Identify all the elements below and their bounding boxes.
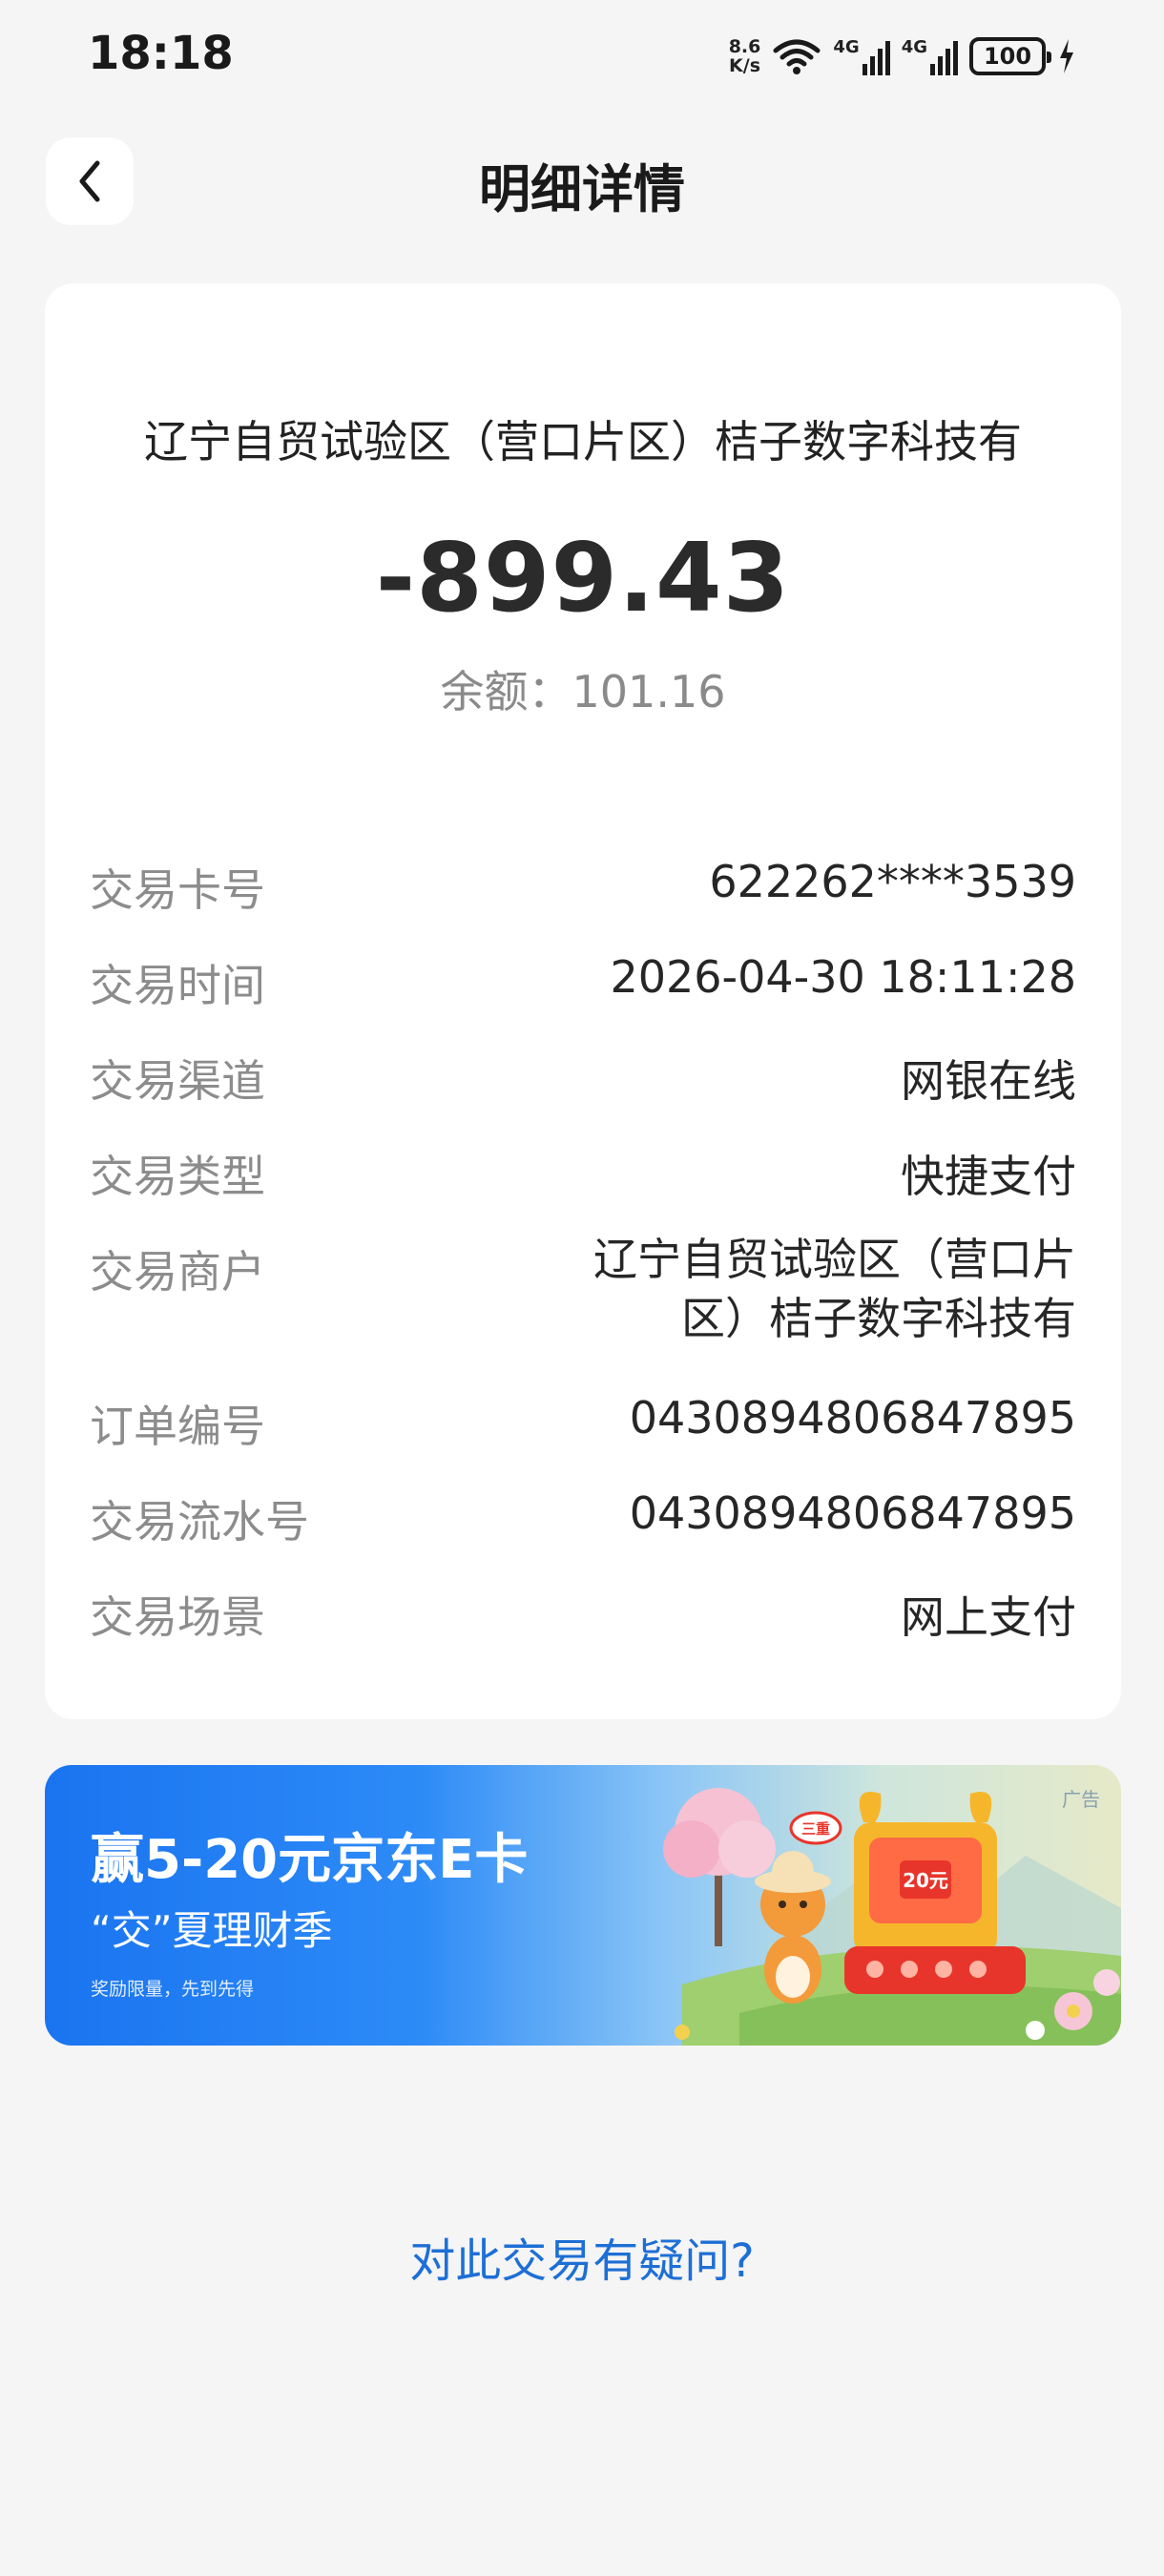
detail-row-serial-number: 交易流水号 0430894806847895 (90, 1487, 1076, 1583)
status-time: 18:18 (88, 27, 234, 80)
coupon-label: 20元 (903, 1869, 948, 1892)
transaction-amount: -899.43 (375, 522, 791, 634)
detail-label: 交易渠道 (90, 1055, 265, 1107)
detail-row-scene: 交易场景 网上支付 (90, 1583, 1076, 1678)
transaction-detail-card: 辽宁自贸试验区（营口片区）桔子数字科技有 -899.43 余额：101.16 交… (45, 283, 1121, 1719)
badge-label: 三重 (801, 1820, 830, 1838)
detail-row-type: 交易类型 快捷支付 (90, 1142, 1076, 1237)
banner-illustration: 20元 三重 (663, 1788, 1121, 2046)
detail-row-order-number: 订单编号 0430894806847895 (90, 1392, 1076, 1487)
merchant-title: 辽宁自贸试验区（营口片区）桔子数字科技有 (144, 416, 1022, 467)
detail-value: 网上支付 (901, 1591, 1076, 1643)
network-speed: 8.6 K/s (728, 36, 761, 76)
detail-value: 0430894806847895 (629, 1392, 1076, 1444)
detail-value: 622262****3539 (709, 856, 1076, 907)
wifi-icon (773, 39, 821, 74)
header: 明细详情 (0, 134, 1164, 229)
detail-value: 0430894806847895 (629, 1487, 1076, 1539)
detail-value: 快捷支付 (901, 1151, 1076, 1202)
status-icons: 8.6 K/s 4G 4G 100 (729, 32, 1076, 80)
transaction-query-link[interactable]: 对此交易有疑问? (0, 2223, 1164, 2290)
detail-value: 网银在线 (901, 1055, 1076, 1107)
battery-icon: 100 (969, 37, 1051, 75)
detail-row-time: 交易时间 2026-04-30 18:11:28 (90, 951, 1076, 1047)
banner-title: 赢5-20元京东E卡 (91, 1829, 529, 1891)
detail-value: 2026-04-30 18:11:28 (610, 951, 1076, 1003)
detail-label: 交易卡号 (90, 864, 265, 916)
detail-row-channel: 交易渠道 网银在线 (90, 1047, 1076, 1142)
detail-label: 交易场景 (90, 1591, 265, 1643)
balance-text: 余额：101.16 (440, 666, 726, 717)
detail-label: 交易时间 (90, 960, 265, 1011)
detail-label: 订单编号 (90, 1401, 265, 1452)
signal-icon: 4G (902, 37, 958, 75)
detail-list: 交易卡号 622262****3539 交易时间 2026-04-30 18:1… (90, 856, 1076, 1678)
charging-icon (1060, 39, 1073, 73)
detail-label: 交易商户 (90, 1246, 265, 1298)
signal-icon: 4G (833, 37, 890, 75)
detail-row-card-number: 交易卡号 622262****3539 (90, 856, 1076, 951)
detail-label: 交易类型 (90, 1151, 265, 1202)
detail-label: 交易流水号 (90, 1496, 309, 1548)
promo-banner[interactable]: 20元 三重 广告 赢5-20元京东E卡 “交”夏理财季 奖励限量，先到先得 (45, 1765, 1121, 2046)
status-bar: 18:18 8.6 K/s 4G 4G 100 (0, 0, 1164, 114)
banner-note: 奖励限量，先到先得 (91, 1979, 255, 2000)
page-title: 明细详情 (479, 159, 685, 219)
ad-tag: 广告 (1062, 1788, 1100, 1811)
detail-value: 辽宁自贸试验区（营口片区）桔子数字科技有 (593, 1234, 1076, 1344)
banner-subtitle: “交”夏理财季 (91, 1907, 333, 1954)
detail-row-merchant: 交易商户 辽宁自贸试验区（营口片区）桔子数字科技有 (90, 1234, 1076, 1392)
